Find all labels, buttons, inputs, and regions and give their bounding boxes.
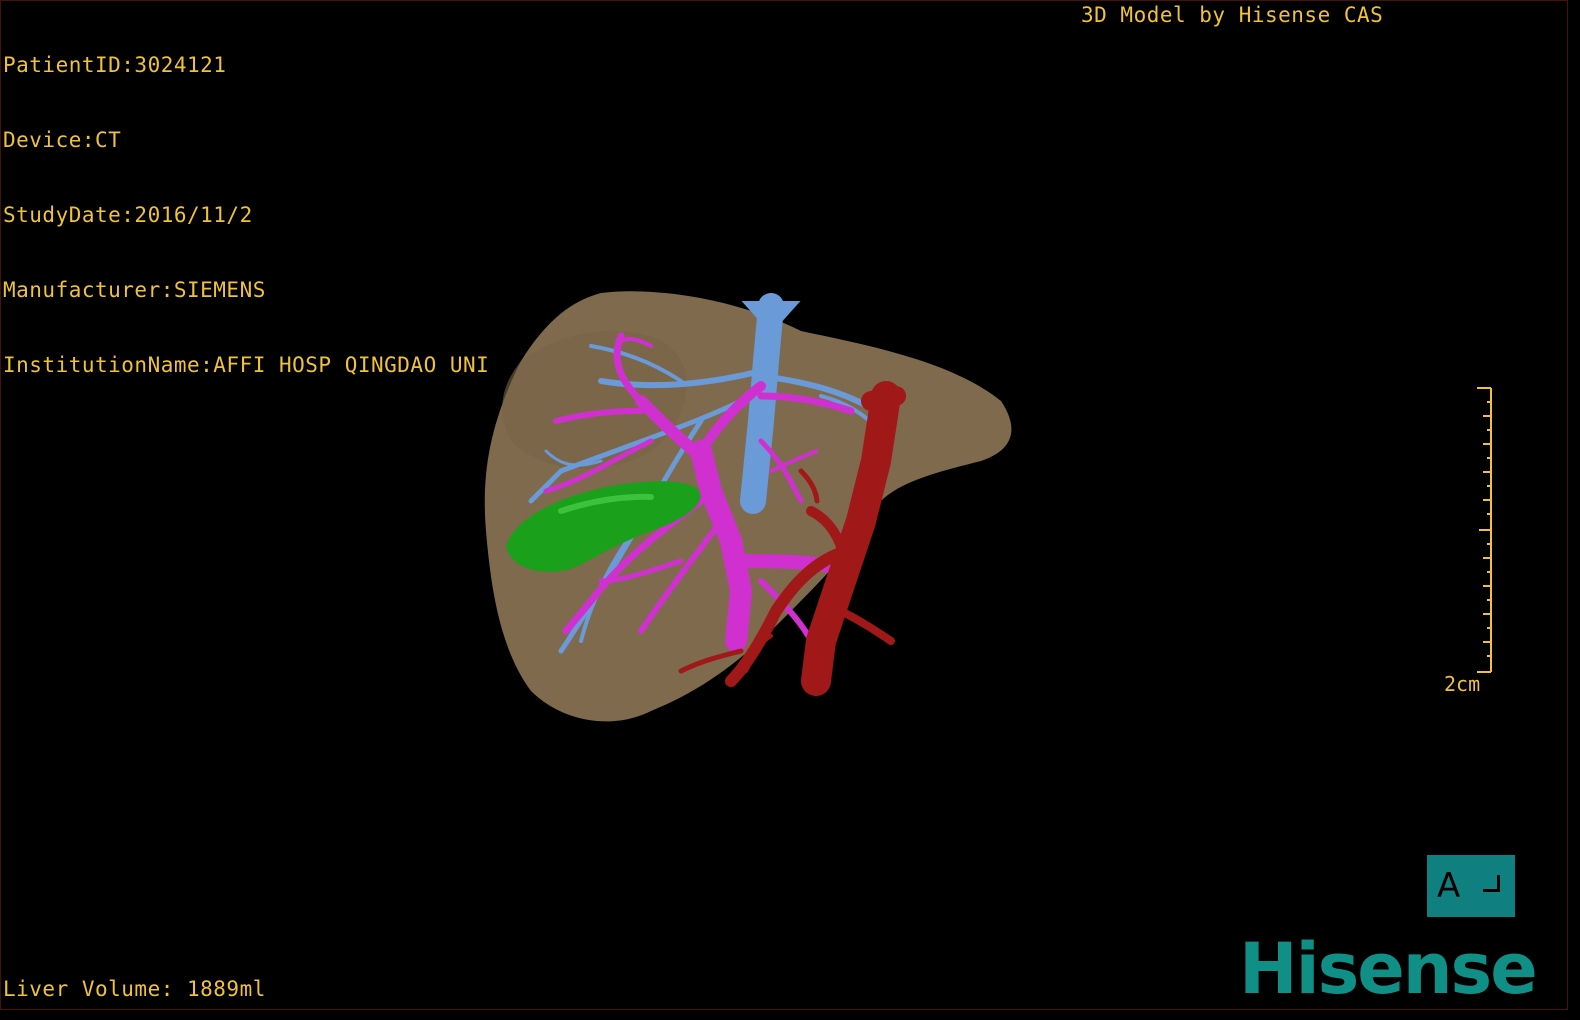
corner-mark-icon	[1483, 875, 1500, 892]
device-text: Device:CT	[3, 128, 122, 152]
orientation-label: A	[1437, 866, 1461, 906]
manufacturer-text: Manufacturer:SIEMENS	[3, 278, 266, 302]
model-credit-text: 3D Model by Hisense CAS	[1081, 3, 1384, 27]
liver-volume-text: Liver Volume: 1889ml	[3, 977, 266, 1001]
hisense-logo: Hisense	[1239, 928, 1538, 1010]
institution-text: InstitutionName:AFFI HOSP QINGDAO UNI	[3, 353, 490, 377]
scale-label: 2cm	[1444, 672, 1481, 696]
orientation-cube-icon[interactable]: A	[1427, 855, 1515, 917]
3d-viewport[interactable]: PatientID:3024121 Device:CT StudyDate:20…	[0, 0, 1568, 1010]
patient-info-block: PatientID:3024121 Device:CT StudyDate:20…	[3, 3, 489, 428]
patient-id-text: PatientID:3024121	[3, 53, 227, 77]
study-date-text: StudyDate:2016/11/2	[3, 203, 253, 227]
ruler-icon	[1477, 387, 1492, 673]
